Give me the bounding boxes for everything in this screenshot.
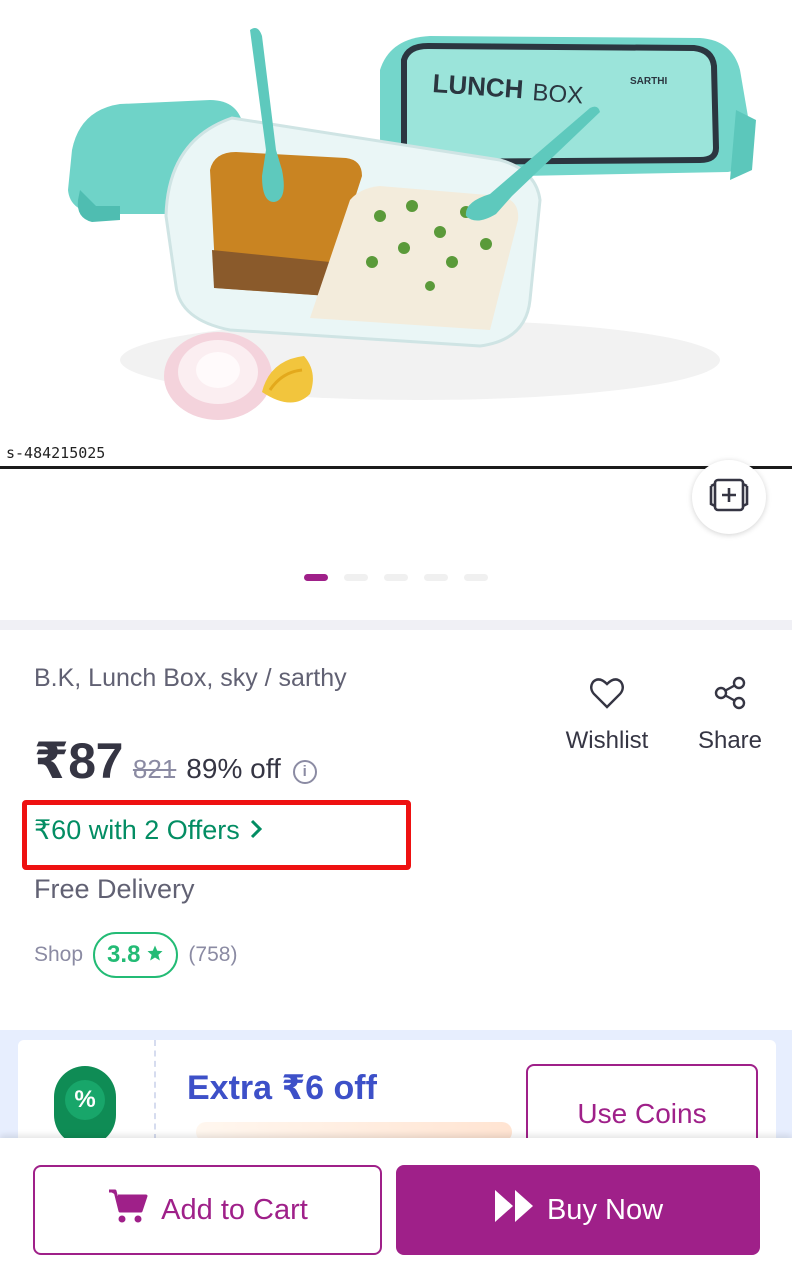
price-row: ₹87 821 89% off i (34, 732, 317, 790)
wishlist-label: Wishlist (565, 727, 649, 754)
lunch-box-illustration: LUNCH BOX SARTHI (68, 28, 756, 420)
add-to-cart-button[interactable]: Add to Cart (33, 1165, 382, 1255)
chevron-right-icon (250, 815, 262, 846)
cart-icon (107, 1187, 149, 1233)
pagination-dot[interactable] (344, 574, 368, 581)
percent-icon: % (65, 1080, 105, 1120)
product-media: LUNCH BOX SARTHI s-484215025 (0, 0, 792, 620)
share-icon (713, 676, 747, 715)
section-divider (0, 620, 792, 630)
selling-price: ₹87 (34, 733, 123, 789)
star-icon (146, 941, 164, 969)
rating-badge[interactable]: 3.8 (93, 932, 179, 978)
svg-text:LUNCH: LUNCH (432, 68, 525, 104)
percent-badge: % (54, 1066, 116, 1146)
svg-text:BOX: BOX (532, 79, 584, 109)
discount-label: 89% off (186, 753, 281, 784)
wishlist-button[interactable]: Wishlist (558, 676, 656, 755)
rating-count: (758) (188, 943, 238, 966)
similar-products-icon (709, 477, 749, 518)
offers-label: ₹60 with 2 Offers (34, 815, 240, 845)
info-icon[interactable]: i (292, 759, 317, 784)
shop-rating-row: Shop 3.8 (758) (34, 932, 237, 978)
buy-now-button[interactable]: Buy Now (396, 1165, 760, 1255)
heart-icon (589, 676, 625, 715)
extra-off-title: Extra ₹6 off (187, 1069, 377, 1107)
share-button[interactable]: Share (694, 676, 766, 755)
pagination-dot[interactable] (424, 574, 448, 581)
image-divider (0, 466, 792, 469)
add-to-cart-label: Add to Cart (161, 1193, 308, 1226)
buy-now-label: Buy Now (546, 1193, 664, 1226)
offers-link[interactable]: ₹60 with 2 Offers (34, 815, 262, 846)
pagination-dot-active[interactable] (304, 574, 328, 581)
fast-forward-icon (493, 1188, 535, 1232)
image-code: s-484215025 (6, 444, 106, 462)
coupon-divider (154, 1040, 156, 1140)
original-price: 821 (132, 754, 177, 784)
share-label: Share (697, 727, 763, 754)
shop-label: Shop (34, 943, 84, 966)
rating-value: 3.8 (107, 941, 141, 968)
product-image[interactable]: LUNCH BOX SARTHI (0, 0, 792, 468)
similar-products-button[interactable] (692, 460, 766, 534)
pagination-dot[interactable] (384, 574, 408, 581)
image-pagination (0, 574, 792, 581)
pagination-dot[interactable] (464, 574, 488, 581)
delivery-info: Free Delivery (34, 874, 195, 904)
svg-text:SARTHI: SARTHI (630, 76, 667, 87)
product-title: B.K, Lunch Box, sky / sarthy (34, 664, 347, 692)
